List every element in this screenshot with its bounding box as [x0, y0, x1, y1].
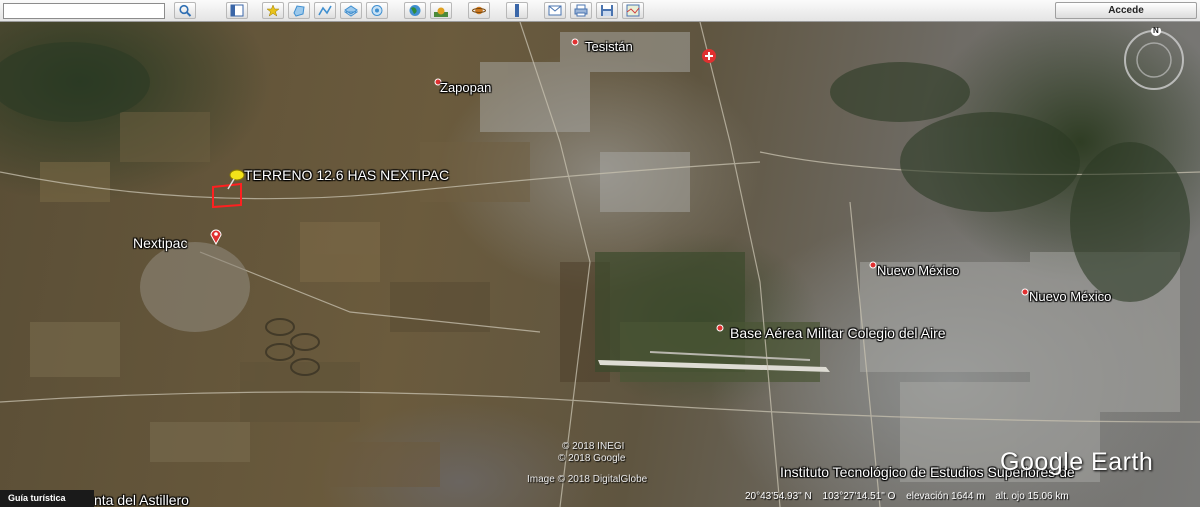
elevation-readout: elevación 1644 m	[906, 491, 985, 502]
sunlight-button[interactable]	[430, 2, 452, 19]
credit-google: © 2018 Google	[558, 453, 626, 464]
toolbar: Accede	[0, 0, 1200, 22]
placemark-icon[interactable]	[210, 229, 222, 245]
search-button[interactable]	[174, 2, 196, 19]
compass-icon	[1124, 26, 1184, 90]
satellite-imagery	[0, 22, 1200, 507]
google-earth-logo: Google Earth	[1000, 448, 1154, 476]
label-nuevo-mexico-2[interactable]: Nuevo México	[1029, 289, 1111, 304]
map-view[interactable]: TERRENO 12.6 HAS NEXTIPAC Nextipac Zapop…	[0, 22, 1200, 507]
city-dot-icon[interactable]	[1021, 288, 1029, 296]
accede-button[interactable]: Accede	[1055, 2, 1197, 19]
tour-guide-button[interactable]: Guía turística	[0, 490, 94, 507]
label-astillero[interactable]: nta del Astillero	[94, 492, 189, 507]
label-base-aerea[interactable]: Base Aérea Militar Colegio del Aire	[730, 325, 946, 341]
label-zapopan[interactable]: Zapopan	[440, 80, 491, 95]
poi-hospital-icon[interactable]	[701, 48, 717, 64]
compass-north-label: N	[1153, 26, 1159, 35]
city-dot-icon[interactable]	[869, 261, 877, 269]
add-placemark-button[interactable]	[262, 2, 284, 19]
ruler-button[interactable]	[506, 2, 528, 19]
label-tesistan[interactable]: Tesistán	[585, 39, 633, 54]
city-dot-icon[interactable]	[571, 38, 579, 46]
planets-button[interactable]	[468, 2, 490, 19]
eye-altitude-readout: alt. ojo 15.06 km	[995, 491, 1069, 502]
credit-inegi: © 2018 INEGI	[562, 441, 625, 452]
add-image-overlay-button[interactable]	[340, 2, 362, 19]
sidebar-toggle-button[interactable]	[226, 2, 248, 19]
label-nextipac[interactable]: Nextipac	[133, 235, 187, 251]
record-tour-button[interactable]	[366, 2, 388, 19]
view-in-maps-button[interactable]	[622, 2, 644, 19]
longitude-readout: 103°27'14.51" O	[822, 491, 896, 502]
historical-imagery-button[interactable]	[404, 2, 426, 19]
credit-digitalglobe: Image © 2018 DigitalGlobe	[527, 474, 648, 485]
pushpin-icon[interactable]	[224, 169, 246, 191]
search-input[interactable]	[3, 3, 165, 19]
email-button[interactable]	[544, 2, 566, 19]
status-bar: 20°43'54.93" N 103°27'14.51" O elevación…	[745, 491, 1200, 507]
save-image-button[interactable]	[596, 2, 618, 19]
add-polygon-button[interactable]	[288, 2, 310, 19]
poi-dot-icon[interactable]	[716, 324, 724, 332]
navigation-compass[interactable]: N	[1122, 26, 1186, 92]
print-button[interactable]	[570, 2, 592, 19]
latitude-readout: 20°43'54.93" N	[745, 491, 812, 502]
label-terreno[interactable]: TERRENO 12.6 HAS NEXTIPAC	[244, 167, 449, 183]
add-path-button[interactable]	[314, 2, 336, 19]
label-nuevo-mexico-1[interactable]: Nuevo México	[877, 263, 959, 278]
